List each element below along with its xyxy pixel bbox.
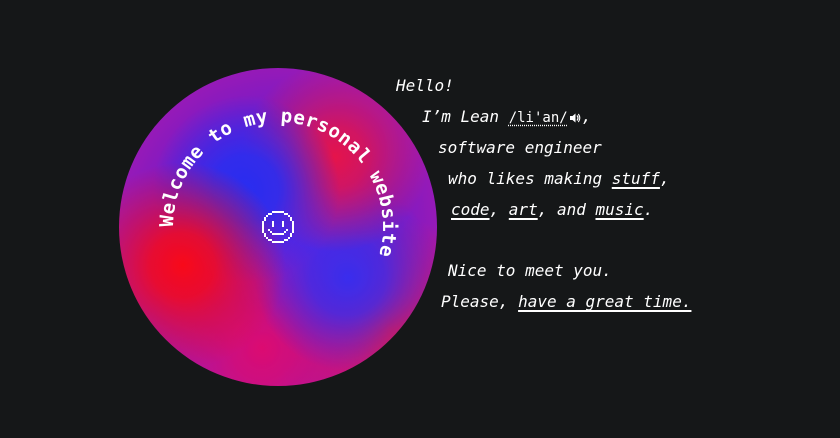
- period: .: [643, 200, 654, 219]
- likes-line: who likes making stuff,: [396, 163, 691, 194]
- pixel-smiley-icon: [262, 211, 294, 243]
- separator-2: , and: [537, 200, 596, 219]
- categories-line: code, art, and music.: [396, 194, 691, 225]
- speaker-icon[interactable]: [569, 112, 581, 124]
- likes-suffix: ,: [659, 169, 670, 188]
- separator-1: ,: [489, 200, 509, 219]
- intro-text: Hello! I’m Lean /li'an/, software engine…: [396, 70, 691, 317]
- stuff-link[interactable]: stuff: [612, 169, 660, 188]
- music-link[interactable]: music: [596, 200, 644, 219]
- name-line: I’m Lean /li'an/,: [396, 101, 691, 132]
- art-link[interactable]: art: [509, 200, 538, 219]
- name-prefix: I’m Lean: [422, 107, 509, 126]
- likes-prefix: who likes making: [448, 169, 612, 188]
- please-prefix: Please,: [441, 292, 519, 311]
- welcome-orb: Welcome to my personal website: [119, 68, 437, 386]
- pronunciation: /li'an/: [508, 110, 568, 126]
- page: Welcome to my personal website Hello! I’…: [0, 0, 840, 438]
- code-link[interactable]: code: [451, 200, 490, 219]
- role: software engineer: [438, 138, 602, 157]
- name-suffix: ,: [581, 107, 592, 126]
- nice-to-meet: Nice to meet you.: [448, 261, 612, 280]
- closing-line: Please, have a great time.: [396, 286, 691, 317]
- great-time-link[interactable]: have a great time.: [518, 292, 691, 311]
- greeting: Hello!: [396, 76, 454, 95]
